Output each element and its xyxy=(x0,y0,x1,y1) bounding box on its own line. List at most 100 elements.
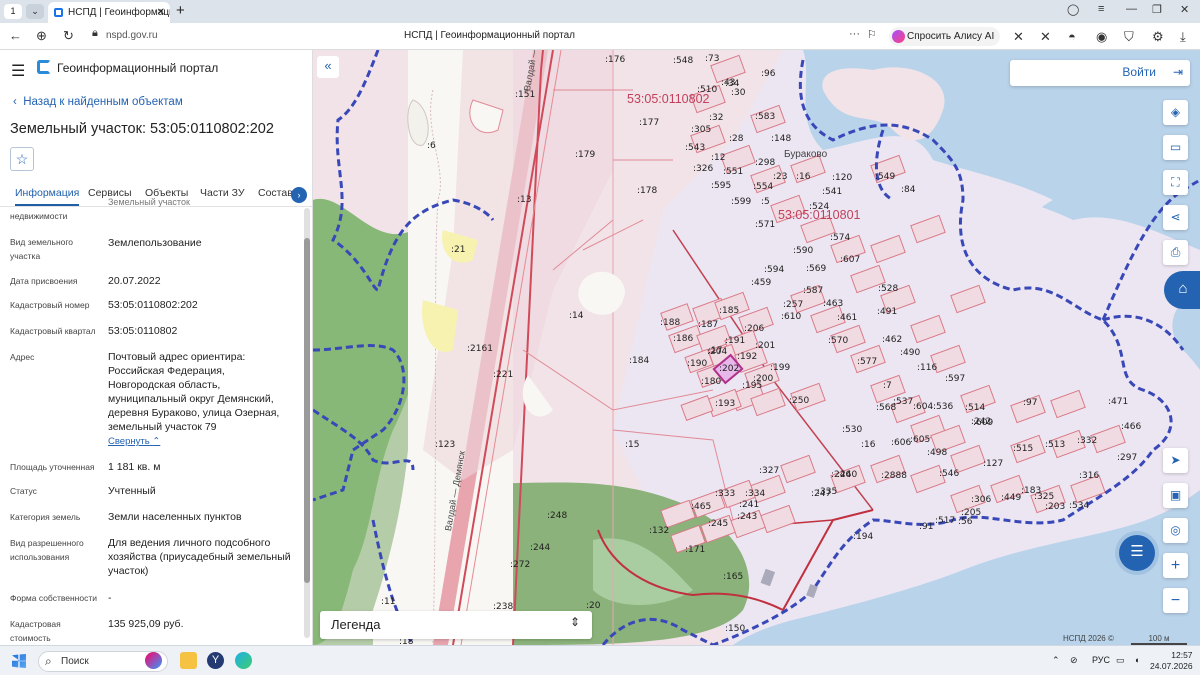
zoom-in-icon[interactable]: + xyxy=(1163,553,1188,578)
yandex-browser-icon[interactable]: Y xyxy=(207,652,224,669)
ruler-icon[interactable]: ▭ xyxy=(1163,135,1188,160)
collapse-link[interactable]: Свернуть ⌃ xyxy=(108,436,160,447)
parcel-number-label: :466 xyxy=(1121,422,1142,432)
parcel-number-label: :333 xyxy=(715,489,736,499)
parcel-number-label: :449 xyxy=(1001,493,1022,503)
extension-icon-5[interactable]: ⛉ xyxy=(1124,29,1134,45)
parcel-number-label: :7 xyxy=(883,381,892,391)
extension-icon-1[interactable]: ✕ xyxy=(1013,29,1024,45)
network-icon[interactable]: ⊘ xyxy=(1070,655,1078,666)
login-button[interactable]: Войти ⇥ xyxy=(1010,60,1190,86)
tray-chevron-up-icon[interactable]: ⌃ xyxy=(1052,655,1060,666)
parcel-number-label: :332 xyxy=(1077,436,1098,446)
parcel-number-label: :84 xyxy=(901,185,916,195)
parcel-number-label: :15 xyxy=(625,440,640,450)
extension-icon-2[interactable]: ✕ xyxy=(1040,29,1051,45)
layers-icon[interactable]: ◈ xyxy=(1163,100,1188,125)
parcel-number-label: :151 xyxy=(515,90,536,100)
parcel-number-label: :73 xyxy=(705,54,720,64)
parcel-number-label: :541 xyxy=(822,187,843,197)
chat-bubble-icon[interactable]: ☰ xyxy=(1119,535,1155,571)
close-window-icon[interactable]: ✕ xyxy=(1180,3,1189,16)
favorite-star-icon[interactable]: ☆ xyxy=(10,147,34,171)
field-label: Площадь уточненная xyxy=(10,462,95,472)
profile-icon[interactable]: ◯ xyxy=(1067,3,1079,16)
ask-alice-button[interactable]: Спросить Алису AI xyxy=(889,27,1001,46)
parcel-number-label: :206 xyxy=(744,324,765,334)
geolocation-icon[interactable]: ➤ xyxy=(1163,448,1188,473)
field-label: Дата присвоения xyxy=(10,276,78,286)
windows-taskbar: Поиск Y ⌃ ⊘ РУС ▭ ◖ 12:57 24.07.2026 xyxy=(0,645,1200,675)
extension-icon-3[interactable]: ◓ xyxy=(1068,29,1076,44)
browser-home-icon[interactable]: ⊕ xyxy=(36,28,47,44)
parcel-number-label: :587 xyxy=(803,286,824,296)
portal-logo xyxy=(37,60,51,74)
active-tool-icon[interactable]: ⌂ xyxy=(1164,271,1200,309)
back-arrow-icon[interactable]: ← xyxy=(9,28,22,43)
site-info-lock-icon[interactable]: 🔒︎ xyxy=(92,27,98,40)
share-icon[interactable]: ⋖ xyxy=(1163,205,1188,230)
legend-toggle[interactable]: Легенда ⇕ xyxy=(320,611,592,639)
keyboard-language[interactable]: РУС xyxy=(1092,655,1110,665)
parcel-number-label: :462 xyxy=(882,335,903,345)
parcel-number-label: :201 xyxy=(755,341,776,351)
field-label: Категория земель xyxy=(10,512,81,522)
bookmark-icon[interactable]: ⚐ xyxy=(867,28,877,41)
parcel-number-label: :248 xyxy=(547,511,568,521)
parcel-number-label: :191 xyxy=(725,336,746,346)
parcel-number-label: :12 xyxy=(711,153,726,163)
parcel-number-label: :203 xyxy=(1045,502,1066,512)
panel-scrollbar[interactable] xyxy=(304,208,310,638)
minimize-icon[interactable]: — xyxy=(1126,3,1137,15)
back-to-results-link[interactable]: ‹ Назад к найденным объектам xyxy=(13,96,183,108)
new-tab-plus-icon[interactable]: + xyxy=(176,2,185,19)
parcel-number-label: :577 xyxy=(857,357,878,367)
taskbar-widget-icon[interactable] xyxy=(145,652,162,669)
parcel-number-label: :334 xyxy=(745,489,766,499)
parcel-number-label: :148 xyxy=(771,134,792,144)
print-icon[interactable]: ⎙ xyxy=(1163,240,1188,265)
tab-list-chevron-icon[interactable]: ⌄ xyxy=(26,4,44,19)
file-explorer-icon[interactable] xyxy=(180,652,197,669)
edge-browser-icon[interactable] xyxy=(235,652,252,669)
parcel-number-label: :571 xyxy=(755,220,776,230)
zoom-out-icon[interactable]: − xyxy=(1163,588,1188,613)
parcel-number-label: :177 xyxy=(639,118,660,128)
more-options-icon[interactable]: ··· xyxy=(849,28,860,40)
parcel-number-label: :536 xyxy=(933,402,954,412)
parcel-number-label: :120 xyxy=(832,173,853,183)
location-target-icon[interactable]: ◎ xyxy=(1163,518,1188,543)
parcel-number-label: :524 xyxy=(809,202,830,212)
scrollbar-thumb[interactable] xyxy=(304,238,310,583)
browser-menu-icon[interactable]: ≡ xyxy=(1098,3,1104,15)
parcel-number-label: :187 xyxy=(698,320,719,330)
parcel-number-label: :546 xyxy=(939,469,960,479)
field-label: Статус xyxy=(10,486,37,496)
field-label: Адрес xyxy=(10,352,35,362)
parcel-number-label: :599 xyxy=(731,197,752,207)
volume-icon[interactable]: ◖ xyxy=(1134,655,1139,665)
hamburger-menu-icon[interactable]: ☰ xyxy=(11,61,25,81)
taskbar-clock[interactable]: 12:57 24.07.2026 xyxy=(1150,650,1193,672)
select-area-icon[interactable]: ⛶ xyxy=(1163,170,1188,195)
extension-icon-4[interactable]: ◉ xyxy=(1096,29,1107,45)
display-icon[interactable]: ▭ xyxy=(1116,655,1125,666)
close-tab-icon[interactable]: ✕ xyxy=(157,2,165,23)
parcel-number-label: :179 xyxy=(575,150,596,160)
restore-window-icon[interactable]: ❐ xyxy=(1152,3,1162,16)
url-field[interactable]: nspd.gov.ru xyxy=(106,30,158,41)
reload-icon[interactable]: ↻ xyxy=(63,28,74,44)
field-label: Вид разрешенного использования xyxy=(10,538,84,562)
windows-start-icon[interactable] xyxy=(12,654,26,668)
map-view[interactable]: 53:05:0110802 53:05:0110801 Бураково Вал… xyxy=(313,50,1200,645)
object-info-panel: ☰ Геоинформационный портал ‹ Назад к най… xyxy=(0,50,313,645)
extension-icon-6[interactable]: ⚙ xyxy=(1152,29,1164,45)
collapse-panel-icon[interactable]: « xyxy=(317,56,339,78)
minimap-icon[interactable]: ▣ xyxy=(1163,483,1188,508)
parcel-number-label: :193 xyxy=(715,399,736,409)
downloads-icon[interactable]: ⤓ xyxy=(1180,29,1186,45)
tab-group-counter[interactable]: 1 xyxy=(4,4,22,19)
browser-tab[interactable]: НСПД | Геоинформаци ✕ xyxy=(48,2,170,23)
tab-information[interactable]: Информация xyxy=(15,187,80,206)
back-to-results-label: Назад к найденным объектам xyxy=(23,96,183,108)
